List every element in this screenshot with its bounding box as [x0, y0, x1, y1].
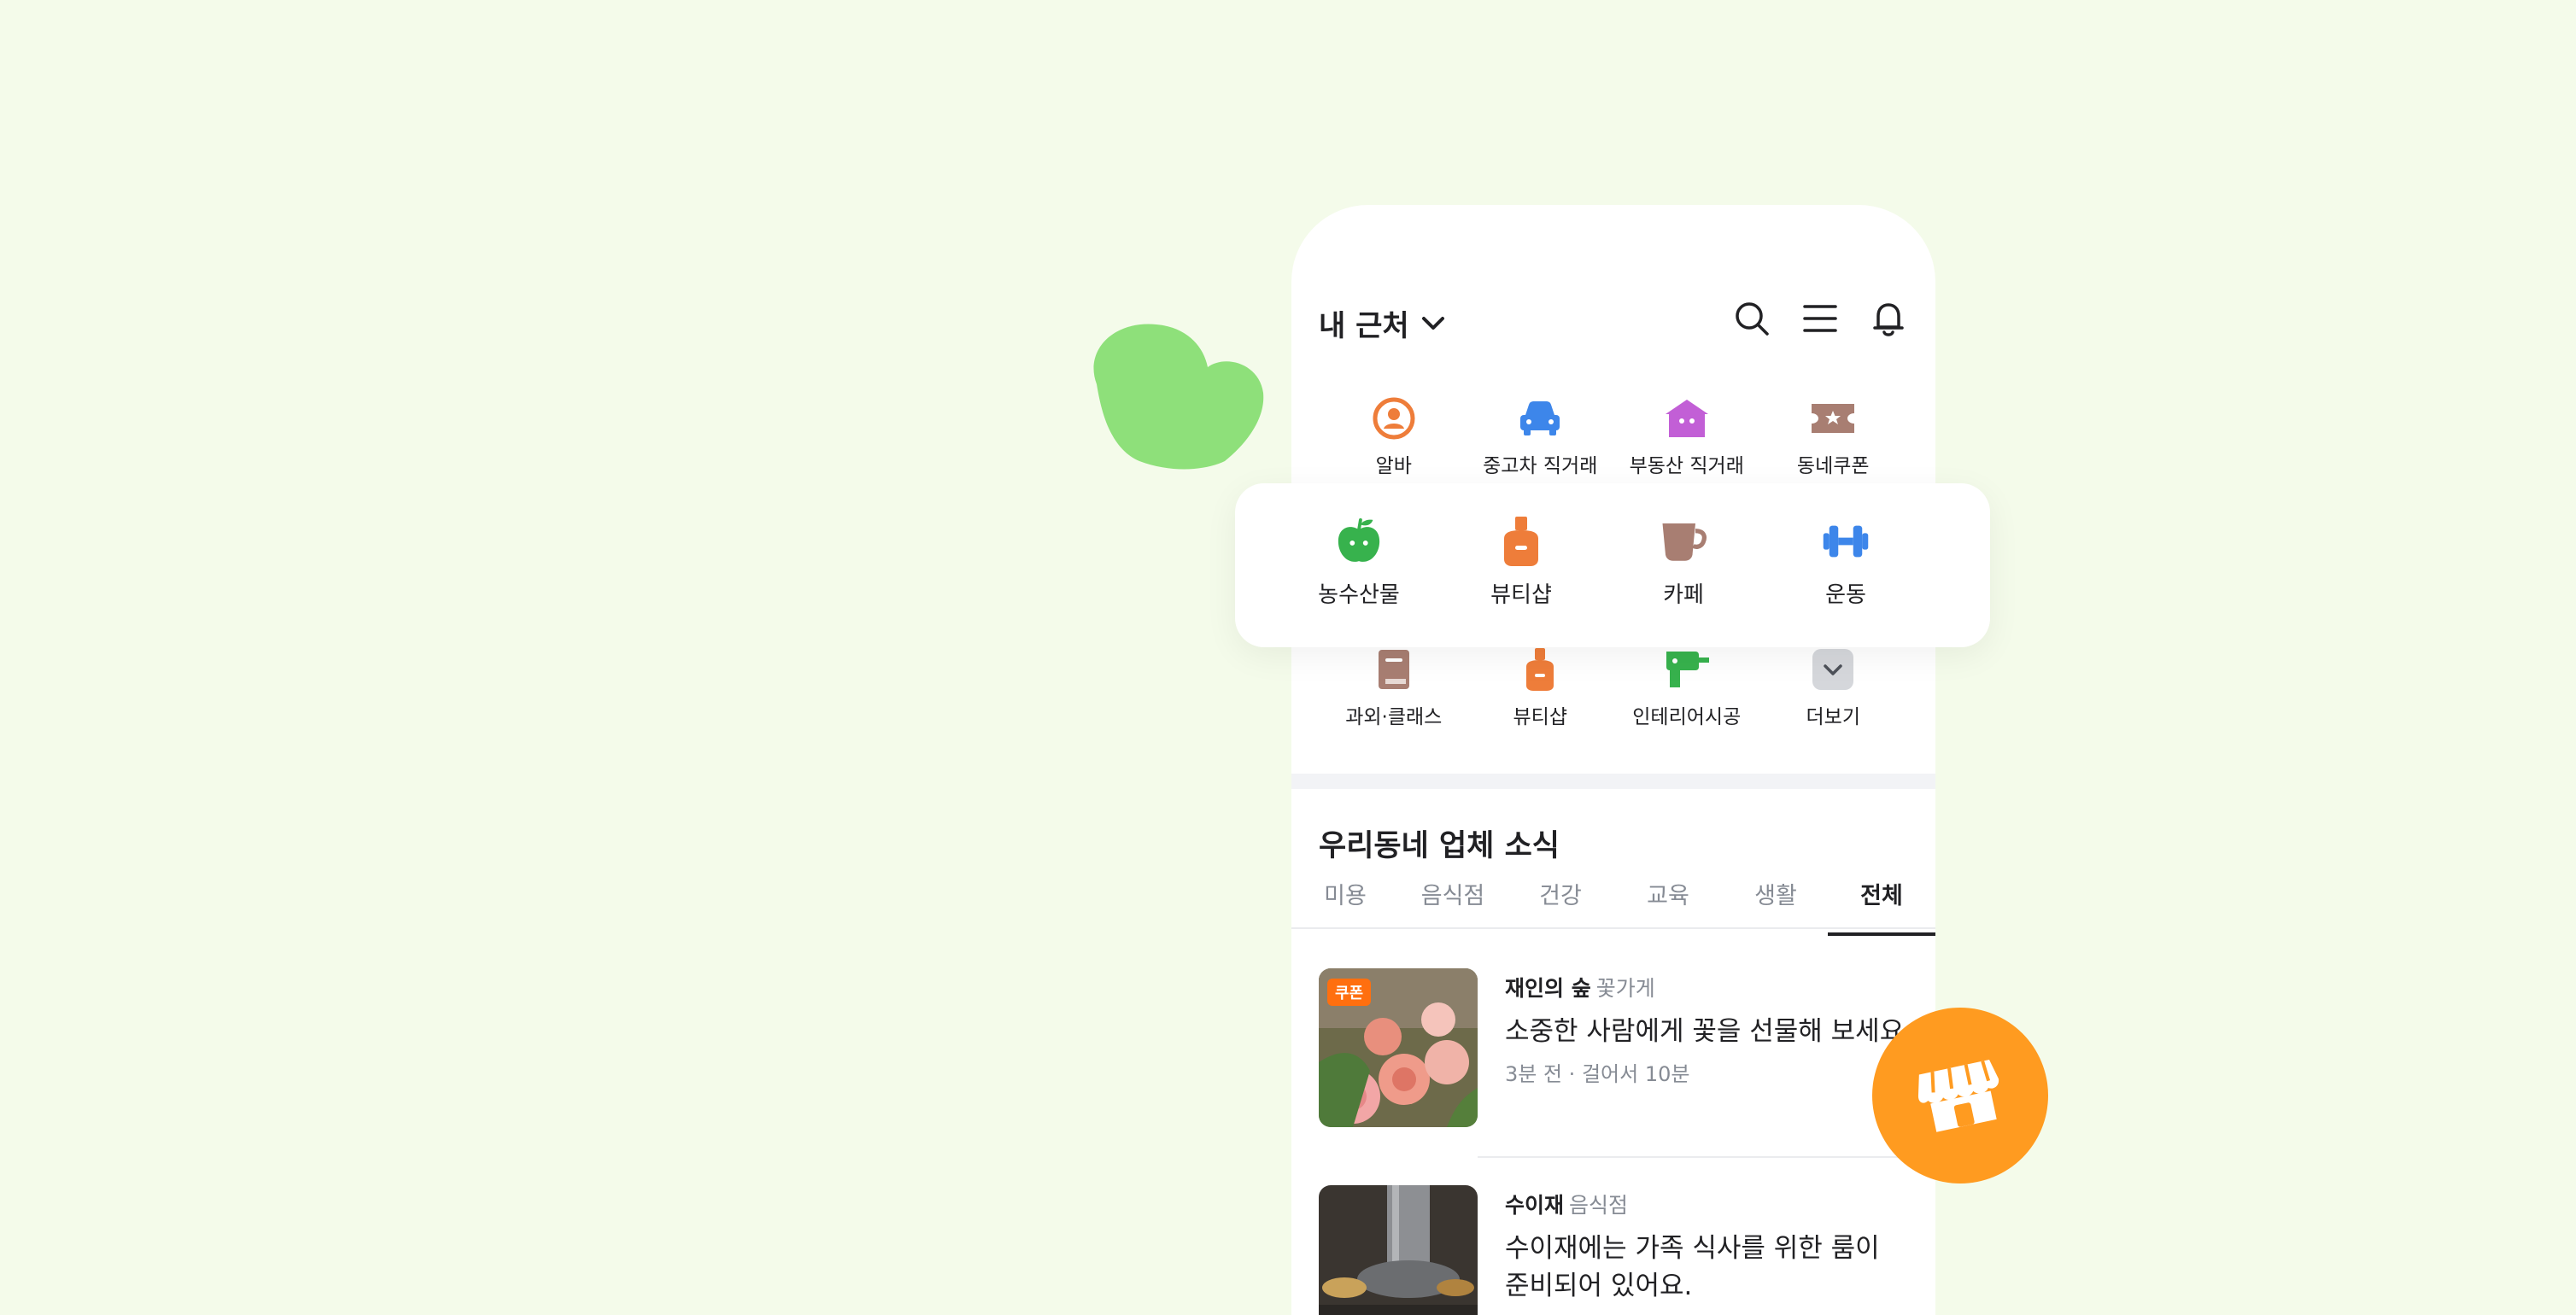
part-time-job-icon: [1370, 394, 1418, 442]
item-divider: [1478, 1156, 1935, 1158]
heart-decoration-icon: [1093, 324, 1264, 470]
tab-beauty[interactable]: 미용: [1291, 880, 1399, 914]
car-icon: [1516, 394, 1564, 442]
list-item[interactable]: 수이재 음식점 수이재에는 가족 식사를 위한 룸이 준비되어 있어요.: [1319, 1185, 1935, 1315]
flower-thumbnail: 쿠폰: [1319, 968, 1478, 1127]
post-description: 수이재에는 가족 식사를 위한 룸이: [1505, 1233, 1880, 1264]
coupon-ticket-icon: [1809, 394, 1857, 442]
bell-icon[interactable]: [1869, 299, 1908, 338]
chevron-down-icon: [1809, 646, 1857, 693]
category-part-time[interactable]: 알바: [1320, 394, 1467, 478]
category-farm-produce[interactable]: 농수산물: [1278, 517, 1440, 609]
category-used-car[interactable]: 중고차 직거래: [1467, 394, 1614, 478]
beauty-bottle-icon: [1497, 517, 1545, 566]
chevron-down-icon: [1421, 316, 1444, 330]
section-title: 우리동네 업체 소식: [1319, 829, 1560, 863]
store-button[interactable]: [1872, 1008, 2048, 1184]
dumbbell-icon: [1822, 517, 1870, 565]
drill-icon: [1663, 646, 1711, 693]
post-description: 소중한 사람에게 꽃을 선물해 보세요.: [1505, 1016, 1913, 1047]
tab-education[interactable]: 교육: [1614, 880, 1722, 914]
post-description-line2: 준비되어 있어요.: [1505, 1271, 1693, 1301]
tab-restaurant[interactable]: 음식점: [1399, 880, 1507, 914]
tab-all[interactable]: 전체: [1828, 880, 1935, 936]
tab-health[interactable]: 건강: [1507, 880, 1614, 914]
category-interior[interactable]: 인테리어시공: [1613, 646, 1760, 729]
section-divider: [1291, 774, 1935, 789]
category-tabs: 미용 음식점 건강 교육 생활 전체: [1291, 880, 1935, 936]
featured-category-card: 농수산물 뷰티샵 카페 운동: [1235, 483, 1990, 647]
category-beauty-shop[interactable]: 뷰티샵: [1440, 517, 1602, 609]
search-icon[interactable]: [1732, 299, 1771, 338]
beauty-bottle-icon: [1516, 646, 1564, 693]
apple-icon: [1335, 517, 1383, 565]
category-coupon[interactable]: 동네쿠폰: [1760, 394, 1907, 478]
restaurant-thumbnail: [1319, 1185, 1478, 1315]
tab-living[interactable]: 생활: [1722, 880, 1830, 914]
location-selector[interactable]: 내 근처: [1319, 302, 1445, 344]
book-icon: [1370, 646, 1418, 693]
store-category: 꽃가게: [1595, 976, 1655, 1001]
category-more[interactable]: 더보기: [1760, 646, 1907, 729]
store-category: 음식점: [1569, 1193, 1629, 1218]
category-beauty[interactable]: 뷰티샵: [1467, 646, 1614, 729]
category-exercise[interactable]: 운동: [1765, 517, 1927, 609]
category-cafe[interactable]: 카페: [1602, 517, 1765, 609]
location-label: 내 근처: [1319, 309, 1409, 343]
store-name: 재인의 숲: [1505, 976, 1591, 1001]
store-name: 수이재: [1505, 1193, 1565, 1218]
top-bar: 내 근처: [1319, 299, 1908, 350]
menu-icon[interactable]: [1800, 299, 1840, 338]
post-meta: 3분 전 · 걸어서 10분: [1505, 1062, 1690, 1086]
category-real-estate[interactable]: 부동산 직거래: [1613, 394, 1760, 478]
category-grid-top: 알바 중고차 직거래 부동산 직거래 동네쿠폰: [1320, 394, 1906, 478]
list-item[interactable]: 쿠폰 재인의 숲 꽃가게 소중한 사람에게 꽃을 선물해 보세요. 3분 전 · …: [1319, 968, 1935, 1131]
house-icon: [1663, 394, 1711, 442]
category-class[interactable]: 과외·클래스: [1320, 646, 1467, 729]
coffee-cup-icon: [1660, 517, 1707, 565]
category-grid-bottom: 과외·클래스 뷰티샵 인테리어시공 더보기: [1320, 646, 1906, 729]
coupon-badge: 쿠폰: [1327, 979, 1372, 1006]
store-icon: [1917, 1060, 1999, 1132]
phone-screen: 내 근처 알바 중고차 직거래 부동산 직거래 동네쿠폰 과외·클래스 뷰티샵 …: [1291, 205, 1935, 1315]
